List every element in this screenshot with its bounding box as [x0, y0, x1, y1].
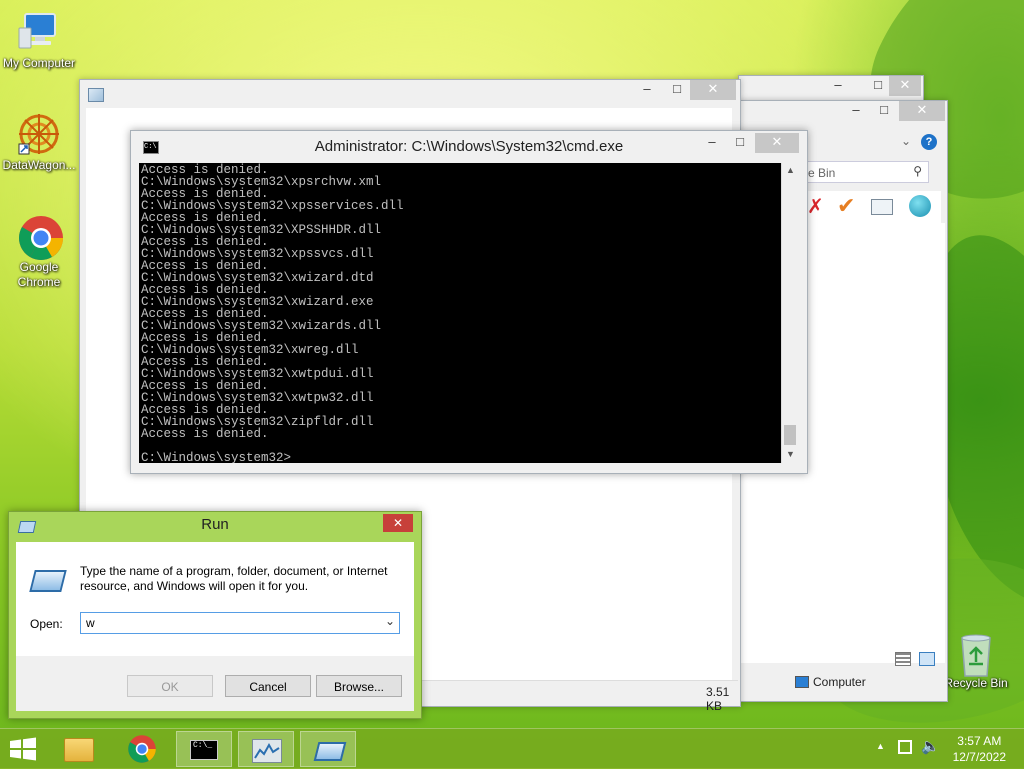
computer-icon: [17, 10, 61, 54]
help-icon[interactable]: ?: [921, 134, 937, 150]
cmd-output-line: C:\Windows\system32>: [141, 451, 292, 463]
minimize-button[interactable]: –: [632, 80, 662, 100]
cancel-button[interactable]: Cancel: [225, 675, 311, 697]
maximize-button[interactable]: □: [869, 101, 899, 121]
large-icons-view-icon[interactable]: [919, 652, 935, 666]
taskbar-cmd[interactable]: C:\_: [176, 731, 232, 767]
taskbar-chrome[interactable]: [114, 731, 170, 767]
run-button-bar: OK Cancel Browse...: [16, 656, 414, 711]
chrome-icon: [17, 214, 63, 260]
chrome-icon: [128, 735, 156, 763]
cmd-scrollbar[interactable]: ▲ ▼: [781, 163, 799, 463]
show-hidden-icons-icon[interactable]: ▲: [876, 741, 885, 751]
minimize-button[interactable]: –: [841, 101, 871, 121]
folder-icon: [64, 738, 94, 762]
datawagon-icon: [17, 112, 61, 156]
search-placeholder: e Bin: [808, 166, 836, 180]
recycle-bin-icon: [954, 630, 998, 677]
desktop-icon-datawagon[interactable]: DataWagon...: [1, 112, 77, 173]
search-input[interactable]: e Bin ⚲: [805, 161, 929, 183]
cmd-console[interactable]: Access is denied. C:\Windows\system32\xps…: [139, 163, 781, 463]
taskbar-run[interactable]: [300, 731, 356, 767]
maximize-button[interactable]: □: [725, 133, 755, 153]
status-bar: Computer: [739, 672, 945, 696]
taskbar-file-explorer[interactable]: [50, 731, 106, 767]
taskbar: C:\_ ▲ 🔈 3:57 AM 12/7/2022: [0, 728, 1024, 769]
status-location: Computer: [813, 675, 866, 689]
desktop-icon-my-computer[interactable]: My Computer: [1, 10, 77, 71]
open-input-value[interactable]: w: [86, 616, 95, 630]
ribbon-expand-icon[interactable]: ⌄: [901, 134, 911, 148]
close-button[interactable]: ✕: [383, 514, 413, 532]
open-label: Open:: [30, 617, 63, 631]
viewer-app-icon: [88, 88, 104, 102]
minimize-button[interactable]: –: [823, 76, 853, 96]
run-title: Run: [201, 516, 229, 533]
checkmark-icon[interactable]: ✔: [837, 193, 855, 219]
desktop-icon-label: DataWagon...: [2, 158, 76, 172]
monitor-chart-icon: [252, 739, 282, 763]
network-icon[interactable]: [898, 740, 912, 754]
browse-button[interactable]: Browse...: [316, 675, 402, 697]
desktop-icon-label: My Computer: [2, 56, 76, 70]
delete-icon[interactable]: ✗: [807, 194, 824, 219]
scroll-thumb[interactable]: [784, 425, 796, 445]
status-size: 3.51 KB: [706, 685, 730, 713]
desktop-icon-google-chrome[interactable]: Google Chrome: [1, 214, 77, 290]
location-computer-icon: [795, 676, 809, 688]
details-view-icon[interactable]: [895, 652, 911, 666]
close-button[interactable]: ✕: [889, 76, 921, 96]
start-button[interactable]: [8, 737, 38, 761]
run-description: Type the name of a program, folder, docu…: [80, 564, 388, 593]
desktop-icon-label: Google Chrome: [17, 260, 61, 289]
run-program-icon: [29, 570, 67, 592]
properties-icon[interactable]: [871, 199, 893, 215]
scroll-down-arrow[interactable]: ▼: [786, 449, 795, 459]
cmd-icon: C:\_: [190, 740, 218, 760]
clock-date: 12/7/2022: [952, 750, 1006, 764]
volume-icon[interactable]: 🔈: [921, 737, 940, 755]
cmd-output-line: Access is denied.: [141, 427, 269, 441]
globe-icon[interactable]: [909, 195, 931, 217]
minimize-button[interactable]: –: [697, 133, 727, 153]
run-dialog[interactable]: Run ✕ Type the name of a program, folder…: [8, 511, 422, 719]
system-clock[interactable]: 3:57 AM 12/7/2022: [953, 733, 1006, 765]
close-button[interactable]: ✕: [899, 101, 945, 121]
taskbar-resource-monitor[interactable]: [238, 731, 294, 767]
windows-logo-icon: [10, 737, 36, 761]
run-icon: [313, 742, 347, 761]
open-combobox[interactable]: w ⌄: [80, 612, 400, 634]
clock-time: 3:57 AM: [957, 734, 1002, 748]
toolbar-area: ✗ ✔: [801, 191, 941, 223]
maximize-button[interactable]: □: [662, 80, 692, 100]
close-button[interactable]: ✕: [690, 80, 736, 100]
ok-button[interactable]: OK: [127, 675, 213, 697]
scroll-up-arrow[interactable]: ▲: [786, 165, 795, 175]
cmd-window[interactable]: C:\ Administrator: C:\Windows\System32\c…: [130, 130, 808, 474]
close-button[interactable]: ✕: [755, 133, 799, 153]
search-icon: ⚲: [913, 164, 922, 178]
desktop-icon-recycle-bin[interactable]: Recycle Bin: [938, 630, 1014, 691]
run-body: Type the name of a program, folder, docu…: [16, 542, 414, 656]
chevron-down-icon[interactable]: ⌄: [385, 614, 395, 628]
